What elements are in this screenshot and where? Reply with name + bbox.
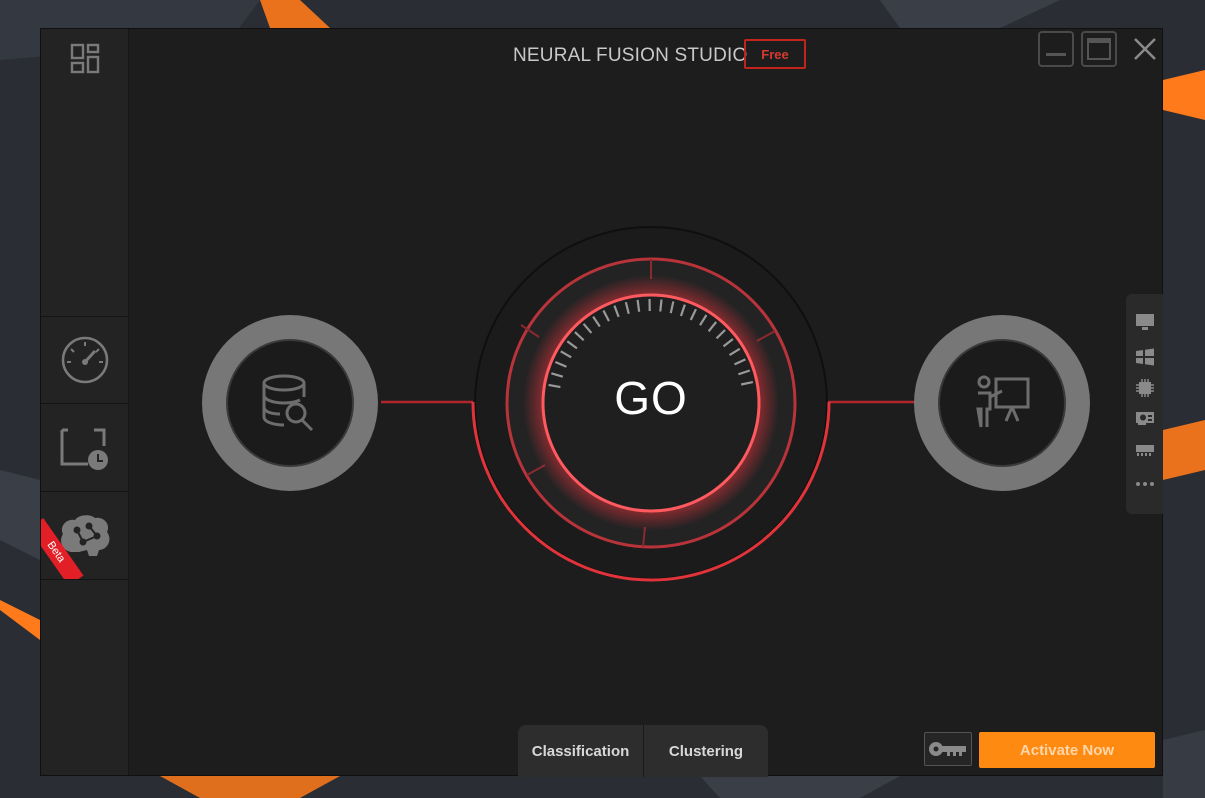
cpu-chip-icon[interactable] <box>1135 378 1155 398</box>
windows-icon[interactable] <box>1135 347 1155 367</box>
tab-clustering[interactable]: Clustering <box>644 725 768 777</box>
progress-tick <box>659 299 663 312</box>
output-node[interactable] <box>914 315 1090 491</box>
progress-tick <box>636 299 641 312</box>
schedule-clock-icon <box>60 428 108 470</box>
license-key-icon <box>929 742 966 756</box>
database-search-icon <box>262 374 314 432</box>
memory-icon[interactable] <box>1135 439 1155 459</box>
monitor-icon[interactable] <box>1135 312 1155 332</box>
tab-classification[interactable]: Classification <box>518 725 644 777</box>
mode-tabs: Classification Clustering <box>518 725 768 777</box>
presentation-icon <box>976 375 1030 428</box>
input-node-core <box>226 339 354 467</box>
graphics-card-icon[interactable] <box>1135 408 1155 428</box>
sidebar-item-ai-brain[interactable]: Beta <box>41 493 128 580</box>
dashboard-grid-icon[interactable] <box>70 43 100 75</box>
license-key-button[interactable] <box>924 732 972 766</box>
activate-now-button[interactable]: Activate Now <box>979 732 1155 768</box>
speedometer-icon <box>61 336 108 384</box>
go-dial <box>381 226 921 582</box>
more-icon[interactable] <box>1135 474 1155 494</box>
app-title: NEURAL FUSION STUDIO <box>513 45 748 66</box>
minimize-icon <box>1046 53 1066 56</box>
sidebar-item-schedule[interactable] <box>41 405 128 492</box>
maximize-icon <box>1087 38 1111 60</box>
sidebar-item-benchmark[interactable] <box>41 317 128 404</box>
close-button[interactable] <box>1127 31 1163 67</box>
hardware-rail <box>1126 294 1163 514</box>
output-node-core <box>938 339 1066 467</box>
app-window: Beta NEURAL FUSION STUDIO Free GO Classi… <box>40 28 1163 777</box>
close-icon <box>1134 38 1156 60</box>
sidebar-top <box>41 29 128 317</box>
maximize-button[interactable] <box>1081 31 1117 67</box>
edition-badge: Free <box>744 39 806 69</box>
minimize-button[interactable] <box>1038 31 1074 67</box>
input-node[interactable] <box>202 315 378 491</box>
sidebar: Beta <box>41 29 129 775</box>
